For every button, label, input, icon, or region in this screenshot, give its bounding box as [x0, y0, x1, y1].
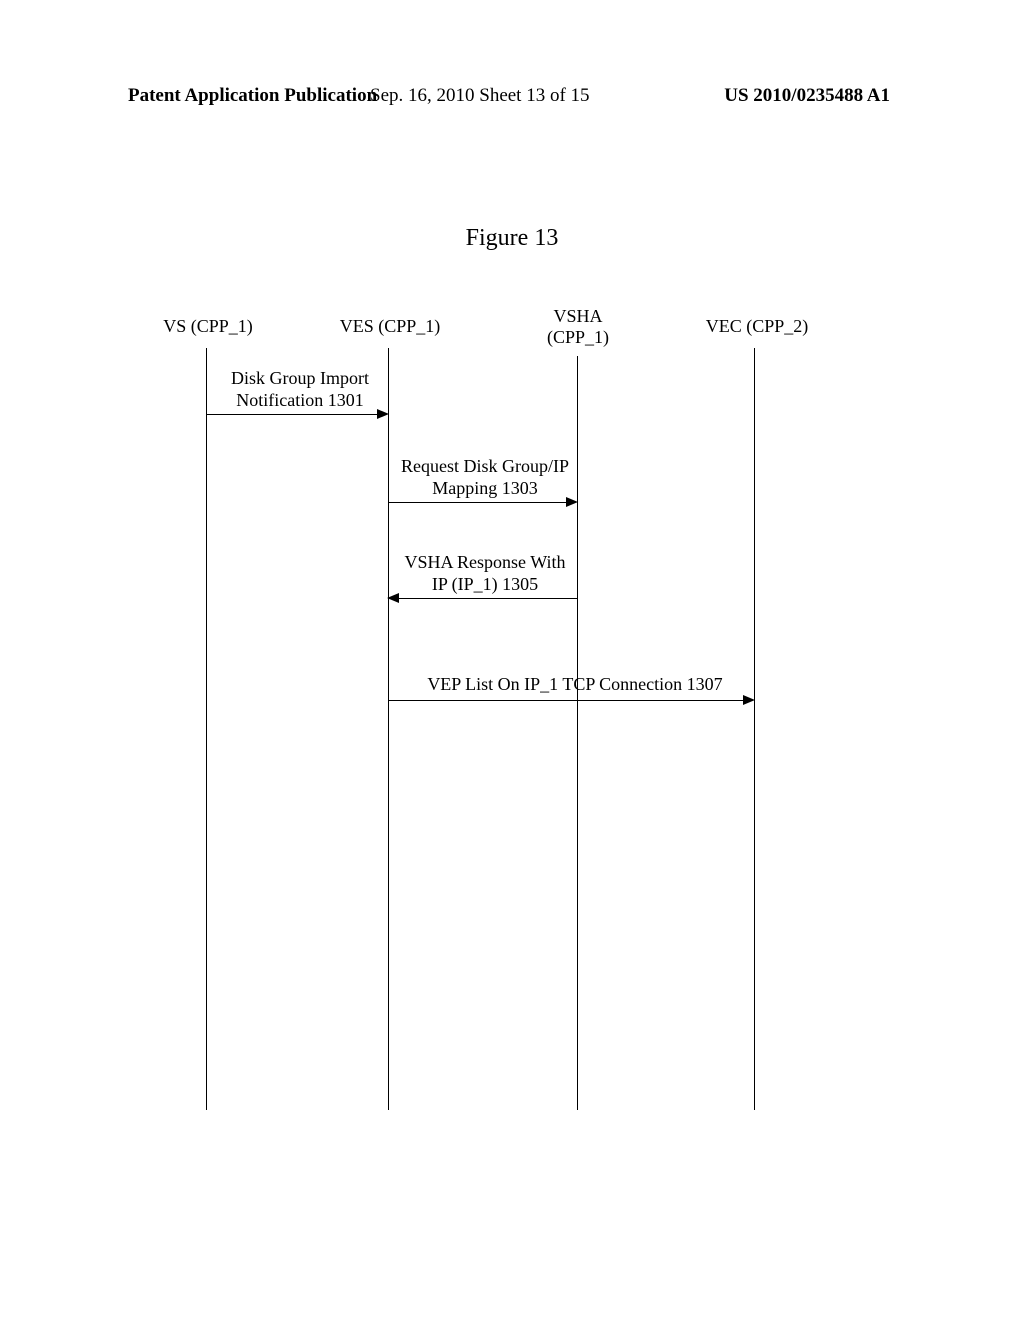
- lifeline-label-vs: VS (CPP_1): [148, 316, 268, 337]
- lifeline-ves: [388, 348, 389, 1110]
- msg3-line2: IP (IP_1) 1305: [432, 574, 538, 594]
- arrow-head-4: [743, 695, 755, 705]
- msg1-line1: Disk Group Import: [231, 368, 369, 388]
- figure-title: Figure 13: [0, 225, 1024, 252]
- msg-disk-group-import: Disk Group Import Notification 1301: [210, 368, 390, 411]
- msg2-line2: Mapping 1303: [432, 478, 538, 498]
- arrow-line-4: [389, 700, 746, 701]
- arrow-line-1: [207, 414, 380, 415]
- msg2-line1: Request Disk Group/IP: [401, 456, 569, 476]
- header-publication: Patent Application Publication: [128, 85, 377, 107]
- arrow-head-1: [377, 409, 389, 419]
- lifeline-label-vec: VEC (CPP_2): [692, 316, 822, 337]
- lifeline-vs: [206, 348, 207, 1110]
- lifeline-vsha-line1: VSHA: [553, 306, 602, 326]
- lifeline-label-ves: VES (CPP_1): [330, 316, 450, 337]
- arrow-head-2: [566, 497, 578, 507]
- arrow-line-2: [389, 502, 569, 503]
- msg-vep-list: VEP List On IP_1 TCP Connection 1307: [395, 674, 755, 696]
- lifeline-vec: [754, 348, 755, 1110]
- header-sheet-info: Sep. 16, 2010 Sheet 13 of 15: [370, 85, 590, 107]
- msg3-line1: VSHA Response With: [405, 552, 566, 572]
- arrow-line-3: [396, 598, 577, 599]
- msg1-line2: Notification 1301: [236, 390, 363, 410]
- lifeline-label-vsha: VSHA (CPP_1): [518, 306, 638, 348]
- msg-request-disk-group: Request Disk Group/IP Mapping 1303: [390, 456, 580, 499]
- lifeline-vsha-line2: (CPP_1): [547, 327, 609, 347]
- arrow-head-3: [387, 593, 399, 603]
- header-patent-number: US 2010/0235488 A1: [724, 85, 890, 107]
- msg-vsha-response: VSHA Response With IP (IP_1) 1305: [390, 552, 580, 595]
- page-header: Patent Application Publication Sep. 16, …: [0, 85, 1024, 107]
